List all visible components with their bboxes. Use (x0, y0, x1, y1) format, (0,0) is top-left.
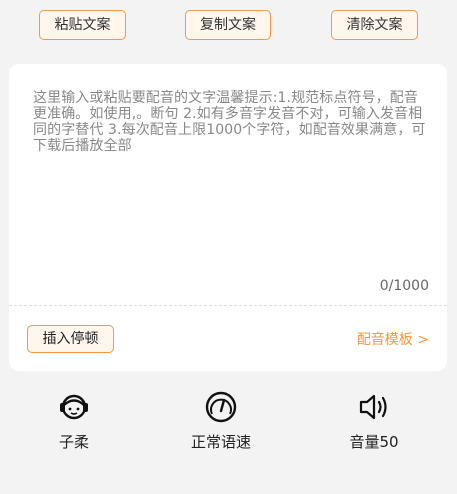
speed-label: 正常语速 (190, 433, 251, 451)
clear-text-button[interactable]: 清除文案 (331, 10, 418, 40)
paste-text-button[interactable]: 粘贴文案 (39, 10, 126, 40)
copy-text-button[interactable]: 复制文案 (185, 10, 271, 40)
text-editor-card: 这里输入或粘贴要配音的文字温馨提示:1.规范标点符号，配音更准确。如使用,。断句… (9, 64, 447, 371)
dubbing-template-link[interactable]: 配音模板 > (357, 329, 429, 349)
voice-selector[interactable]: 子柔 (19, 390, 129, 452)
speedometer-icon (205, 391, 237, 423)
character-count: 0/1000 (379, 278, 429, 294)
volume-selector[interactable]: 音量50 (319, 390, 429, 452)
dashed-divider (9, 305, 447, 306)
text-input-area[interactable]: 这里输入或粘贴要配音的文字温馨提示:1.规范标点符号，配音更准确。如使用,。断句… (33, 90, 431, 154)
speaker-icon (359, 394, 387, 420)
volume-label: 音量50 (349, 433, 399, 451)
speed-selector[interactable]: 正常语速 (166, 390, 276, 452)
headset-avatar-icon (60, 394, 88, 420)
insert-pause-button[interactable]: 插入停顿 (27, 325, 114, 353)
top-toolbar: 粘贴文案 复制文案 清除文案 (0, 10, 457, 40)
voice-label: 子柔 (58, 433, 89, 451)
voice-settings-bar: 子柔 正常语速 音量50 (0, 390, 457, 460)
